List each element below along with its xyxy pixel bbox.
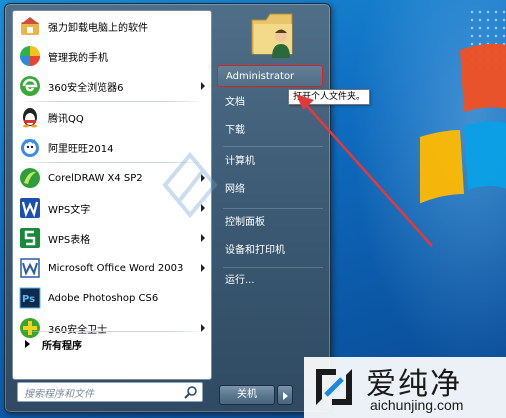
program-item-360-browser[interactable]: 360安全浏览器6 [13, 71, 211, 101]
network-label: 网络 [225, 184, 245, 195]
program-label: 阿里旺旺2014 [48, 143, 114, 155]
tooltip-text: 打开个人文件夹。 [293, 92, 366, 102]
program-item-photoshop[interactable]: Ps Adobe Photoshop CS6 [13, 283, 211, 313]
divider [223, 267, 323, 268]
devices-printers-link[interactable]: 设备和打印机 [217, 240, 327, 262]
coreldraw-icon [19, 167, 41, 189]
control-panel-label: 控制面板 [225, 217, 265, 228]
brand-url: aichunjing.com [370, 397, 464, 413]
submenu-arrow-icon[interactable] [201, 234, 205, 242]
run-label: 运行... [225, 275, 255, 286]
word-icon [19, 257, 41, 279]
submenu-arrow-icon[interactable] [201, 82, 205, 90]
program-label: 强力卸载电脑上的软件 [48, 22, 148, 34]
divider [223, 208, 323, 209]
qq-penguin-icon [19, 106, 41, 128]
program-label: Adobe Photoshop CS6 [48, 292, 159, 304]
brand-logo-icon [316, 369, 352, 405]
wangwang-icon [19, 136, 41, 158]
user-folder-icon[interactable] [248, 6, 298, 58]
uninstall-icon [19, 15, 41, 37]
search-input[interactable]: 搜索程序和文件 [17, 382, 203, 402]
program-label: WPS表格 [48, 234, 91, 246]
computer-link[interactable]: 计算机 [217, 151, 327, 173]
program-item-qq[interactable]: 腾讯QQ [13, 102, 211, 132]
shutdown-button[interactable]: 关机 [219, 385, 275, 405]
downloads-link[interactable]: 下载 [217, 120, 327, 142]
windows-logo-icon [420, 43, 506, 204]
all-programs-label: 所有程序 [42, 340, 82, 352]
wps-writer-icon [19, 197, 41, 219]
program-label: 360安全浏览器6 [48, 82, 124, 94]
browser-icon [19, 75, 41, 97]
program-label: 腾讯QQ [48, 113, 84, 125]
search-icon[interactable] [184, 385, 198, 399]
user-folder-link[interactable]: Administrator [217, 65, 323, 87]
submenu-arrow-icon[interactable] [201, 264, 205, 272]
shutdown-options-button[interactable] [277, 385, 293, 405]
program-item-phone-manager[interactable]: 管理我的手机 [13, 41, 211, 71]
divider [19, 331, 205, 332]
documents-label: 文档 [225, 97, 245, 108]
devices-printers-label: 设备和打印机 [225, 245, 285, 256]
phone-manager-icon [19, 45, 41, 67]
shutdown-label: 关机 [237, 389, 257, 400]
divider [223, 146, 323, 147]
search-placeholder: 搜索程序和文件 [24, 388, 94, 400]
program-label: Microsoft Office Word 2003 [48, 262, 184, 274]
watermark-logo-icon [162, 151, 218, 219]
program-item-uninstaller[interactable]: 强力卸载电脑上的软件 [13, 11, 211, 41]
wps-spreadsheet-icon [19, 227, 41, 249]
all-programs-button[interactable]: 所有程序 [13, 333, 211, 355]
program-item-word-2003[interactable]: Microsoft Office Word 2003 [13, 253, 211, 283]
downloads-label: 下载 [225, 125, 245, 136]
photoshop-icon: Ps [19, 287, 41, 309]
tooltip: 打开个人文件夹。 [288, 89, 371, 105]
triangle-right-icon [25, 340, 30, 348]
program-label: CorelDRAW X4 SP2 [48, 172, 143, 184]
brand-watermark: 爱纯净 aichunjing.com [304, 357, 506, 418]
run-link[interactable]: 运行... [217, 270, 327, 292]
computer-label: 计算机 [225, 156, 255, 167]
program-item-wps-spreadsheet[interactable]: WPS表格 [13, 223, 211, 253]
network-link[interactable]: 网络 [217, 179, 327, 201]
control-panel-link[interactable]: 控制面板 [217, 212, 327, 234]
program-label: WPS文字 [48, 204, 91, 216]
svg-text:Ps: Ps [22, 294, 35, 305]
program-label: 管理我的手机 [48, 52, 108, 64]
user-name: Administrator [226, 71, 295, 82]
